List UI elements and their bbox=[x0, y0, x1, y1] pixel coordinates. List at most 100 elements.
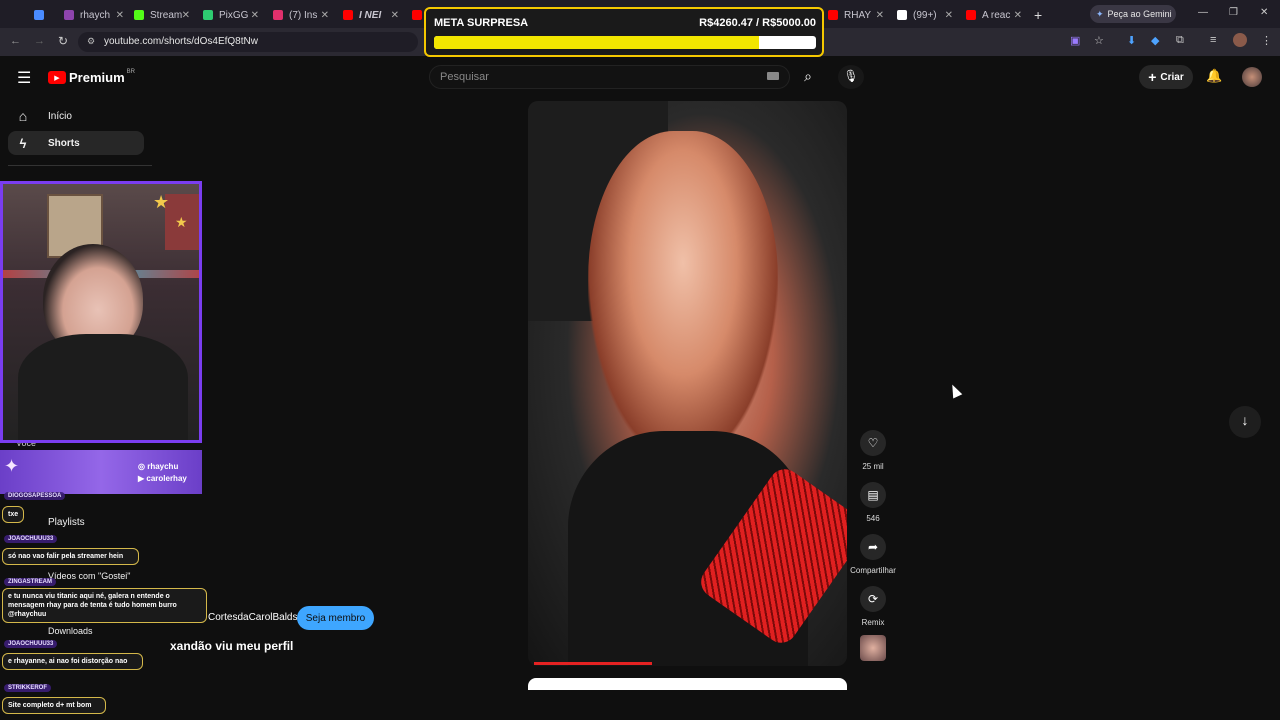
search-icon[interactable]: ⌕ bbox=[790, 65, 826, 89]
browser-tab[interactable]: RHAY ✕ bbox=[828, 5, 884, 25]
bookmark-star-icon[interactable]: ☆ bbox=[1094, 34, 1104, 47]
download-icon[interactable]: ⬇ bbox=[1127, 34, 1136, 47]
reading-list-icon[interactable]: ≡ bbox=[1210, 34, 1216, 46]
streamer-shirt bbox=[18, 334, 188, 440]
next-short-button[interactable]: ↓ bbox=[1229, 406, 1261, 438]
browser-tab[interactable]: (7) Ins ✕ bbox=[273, 5, 329, 25]
remix-label: Remix bbox=[861, 618, 885, 627]
tab-label: rhaych bbox=[80, 9, 111, 21]
browser-tab[interactable]: (99+) ✕ bbox=[897, 5, 953, 25]
back-icon[interactable]: ← bbox=[10, 35, 21, 47]
profile-avatar[interactable] bbox=[1233, 33, 1247, 47]
channel-name[interactable]: CortesdaCarolBalds bbox=[208, 612, 298, 623]
sidebar-item-liked-videos[interactable]: Vídeos com "Gostei" bbox=[48, 571, 130, 581]
tab-close-icon[interactable]: ✕ bbox=[391, 10, 399, 21]
create-label: Criar bbox=[1160, 71, 1184, 83]
chat-username: JOAOCHUUU33 bbox=[4, 640, 58, 648]
microphone-icon[interactable]: 🎙 bbox=[838, 65, 864, 89]
browser-tab[interactable]: I NEI ✕ bbox=[343, 5, 399, 25]
goal-title: META SURPRESA bbox=[434, 17, 529, 29]
keyboard-icon[interactable] bbox=[767, 72, 779, 80]
tab-favicon-icon bbox=[273, 10, 283, 20]
instagram-icon: ◎ bbox=[138, 462, 148, 471]
tab-close-icon[interactable]: ✕ bbox=[1014, 10, 1022, 21]
plus-icon: + bbox=[1148, 69, 1157, 85]
brand-text: Premium bbox=[69, 70, 125, 85]
gemini-sparkle-icon: ✦ bbox=[1096, 8, 1104, 19]
browser-tab[interactable]: Stream ✕ bbox=[134, 5, 190, 25]
reload-icon[interactable]: ↻ bbox=[58, 34, 68, 48]
remix-button[interactable]: ⟳ bbox=[860, 586, 886, 612]
tab-favicon-icon bbox=[412, 10, 422, 20]
arrow-down-icon: ↓ bbox=[1241, 412, 1249, 428]
sidebar-item-inicio[interactable]: ⌂ Início bbox=[8, 104, 144, 128]
search-input[interactable]: Pesquisar bbox=[429, 65, 790, 89]
browser-tab[interactable] bbox=[412, 5, 422, 25]
browser-tab[interactable] bbox=[34, 5, 54, 25]
browser-tab[interactable]: A reac ✕ bbox=[966, 5, 1022, 25]
share-button[interactable]: ➦ bbox=[860, 534, 886, 560]
star-decoration-icon: ★ bbox=[175, 214, 188, 230]
video-title[interactable]: xandão viu meu perfil bbox=[170, 639, 293, 653]
chat-username: JOAOCHUUU33 bbox=[4, 535, 58, 543]
social-instagram: ◎ rhaychu bbox=[138, 462, 178, 471]
person-in-video bbox=[588, 131, 778, 461]
social-handle: rhaychu bbox=[147, 462, 179, 471]
like-button[interactable]: ♡ bbox=[860, 430, 886, 456]
remix-icon: ⟳ bbox=[867, 592, 879, 606]
new-tab-button[interactable]: + bbox=[1034, 5, 1046, 25]
comments-button[interactable]: ▤ bbox=[860, 482, 886, 508]
video-progress-bar[interactable] bbox=[534, 662, 653, 665]
site-info-icon[interactable]: ⚙ bbox=[87, 36, 95, 47]
create-button[interactable]: + Criar bbox=[1139, 65, 1193, 89]
tab-close-icon[interactable]: ✕ bbox=[876, 10, 884, 21]
shorts-icon: ϟ bbox=[19, 135, 27, 151]
browser-tab[interactable]: rhaych ✕ bbox=[64, 5, 124, 25]
tab-favicon-icon bbox=[34, 10, 44, 20]
tab-close-icon[interactable]: ✕ bbox=[116, 10, 124, 21]
gemini-button[interactable]: ✦ Peça ao Gemini bbox=[1090, 5, 1176, 23]
goal-progress-track bbox=[434, 36, 816, 49]
member-button[interactable]: Seja membro bbox=[297, 606, 374, 630]
account-avatar[interactable] bbox=[1242, 67, 1262, 87]
sidebar-item-playlists[interactable]: Playlists bbox=[48, 517, 85, 528]
forward-icon[interactable]: → bbox=[34, 35, 45, 47]
tab-close-icon[interactable]: ✕ bbox=[251, 10, 259, 21]
url-field[interactable]: ⚙ youtube.com/shorts/dOs4EfQ8tNw bbox=[78, 32, 418, 52]
chat-username: DIOGOSAPESSOA bbox=[4, 492, 66, 500]
tab-label: RHAY bbox=[844, 9, 872, 21]
next-short-preview[interactable] bbox=[528, 678, 847, 690]
sparkle-icon: ✦ bbox=[4, 456, 20, 476]
window-close-icon[interactable]: ✕ bbox=[1260, 7, 1268, 18]
search-placeholder: Pesquisar bbox=[440, 71, 489, 83]
restore-icon[interactable]: ❐ bbox=[1229, 7, 1238, 18]
hamburger-menu-icon[interactable]: ☰ bbox=[17, 68, 31, 88]
tab-close-icon[interactable]: ✕ bbox=[321, 10, 329, 21]
share-label: Compartilhar bbox=[850, 566, 896, 575]
share-arrow-icon: ➦ bbox=[867, 540, 879, 554]
tab-close-icon[interactable]: ✕ bbox=[182, 10, 190, 21]
tab-favicon-icon bbox=[64, 10, 74, 20]
tab-label: (7) Ins bbox=[289, 9, 318, 21]
stream-social-banner: ✦ ◎ rhaychu ▶ carolerhay bbox=[0, 450, 202, 494]
home-icon: ⌂ bbox=[18, 108, 28, 124]
notifications-bell-icon[interactable]: 🔔 bbox=[1206, 68, 1222, 84]
gemini-label: Peça ao Gemini bbox=[1107, 9, 1172, 19]
cast-icon[interactable]: ▣ bbox=[1070, 34, 1080, 47]
extension-diamond-icon[interactable]: ◆ bbox=[1151, 34, 1159, 47]
browser-menu-icon[interactable]: ⋮ bbox=[1261, 34, 1272, 47]
chat-message: e rhayanne, ai nao foi distorção nao bbox=[2, 653, 143, 670]
minimize-icon[interactable]: — bbox=[1198, 7, 1208, 18]
sidebar-item-downloads[interactable]: Downloads bbox=[48, 626, 93, 636]
heart-icon: ♡ bbox=[867, 436, 879, 450]
tab-favicon-icon bbox=[828, 10, 838, 20]
shorts-video-player[interactable] bbox=[528, 101, 847, 666]
youtube-logo[interactable]: ▶ Premium BR bbox=[48, 69, 135, 85]
sidebar-divider bbox=[8, 165, 152, 166]
extensions-icon[interactable]: ⧉ bbox=[1176, 34, 1184, 47]
tab-close-icon[interactable]: ✕ bbox=[945, 10, 953, 21]
sidebar-item-shorts[interactable]: ϟ Shorts bbox=[8, 131, 144, 155]
sound-thumbnail[interactable] bbox=[860, 635, 886, 661]
browser-tab[interactable]: PixGG ✕ bbox=[203, 5, 259, 25]
tab-label: A reac bbox=[982, 9, 1011, 21]
